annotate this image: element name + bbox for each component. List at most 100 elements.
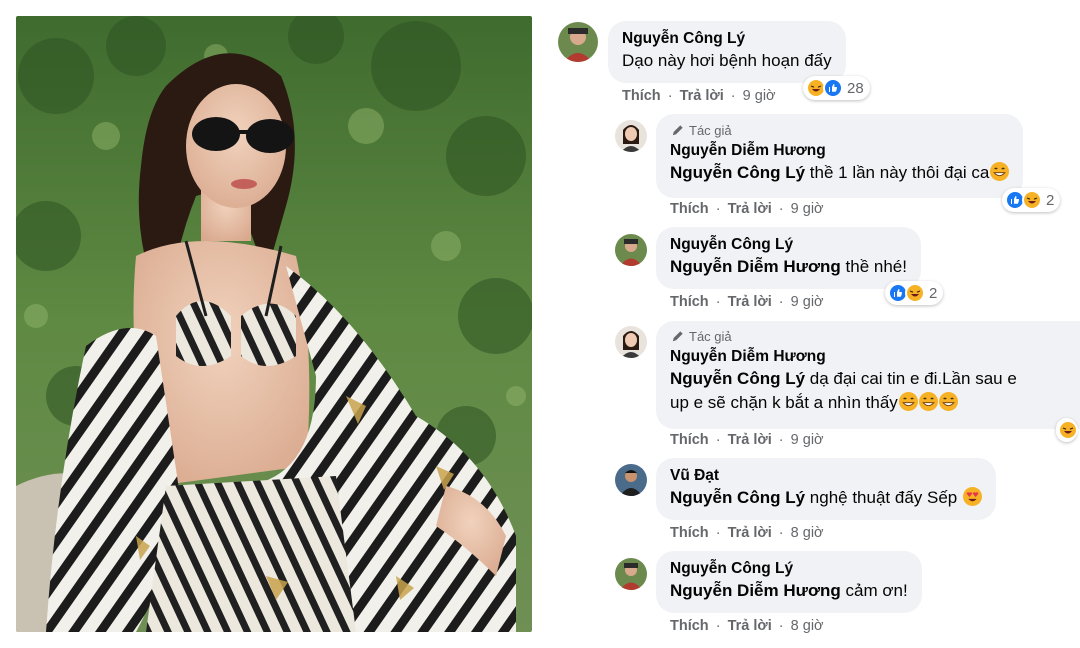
comment-author[interactable]: Nguyễn Diễm Hương <box>670 141 1009 161</box>
separator: · <box>778 201 784 217</box>
reply-comment: Vũ Đạt Nguyễn Công Lý nghệ thuật đấy Sếp… <box>548 452 1080 548</box>
reply-comment: Tác giả Nguyễn Diễm Hương Nguyễn Công Lý… <box>548 318 1080 452</box>
reply-link[interactable]: Trả lời <box>728 618 772 634</box>
pencil-icon <box>672 125 683 136</box>
like-link[interactable]: Thích <box>622 88 661 104</box>
comment: Nguyễn Công Lý Dạo này hơi bệnh hoạn đấy… <box>548 0 1080 110</box>
comment-author[interactable]: Vũ Đạt <box>670 466 982 486</box>
comment-text-line: up e sẽ chặn k bắt a nhìn thấy <box>670 391 1066 415</box>
haha-reaction-icon <box>905 283 925 303</box>
comment-bubble: Tác giả Nguyễn Diễm Hương Nguyễn Công Lý… <box>656 114 1024 198</box>
separator: · <box>778 618 784 634</box>
reply-link[interactable]: Trả lời <box>728 525 772 541</box>
reply-comment: Tác giả Nguyễn Diễm Hương Nguyễn Công Lý… <box>548 110 1080 220</box>
reaction-summary[interactable] <box>1056 418 1078 442</box>
author-badge: Tác giả <box>670 123 1009 138</box>
comment-actions: Thích · Trả lời · 9 giờ <box>670 201 824 217</box>
like-link[interactable]: Thích <box>670 294 709 310</box>
comment-text: Nguyễn Diễm Hương thề nhé! <box>670 255 907 279</box>
separator: · <box>667 88 673 104</box>
comment-text: Nguyễn Diễm Hương cảm ơn! <box>670 579 908 603</box>
mention-link[interactable]: Nguyễn Công Lý <box>670 163 805 182</box>
comment-author[interactable]: Nguyễn Công Lý <box>670 559 908 579</box>
comment-body: dạ đại cai tin e đi.Lần sau e <box>809 369 1017 388</box>
comment-text: Nguyễn Công Lý dạ đại cai tin e đi.Lần s… <box>670 367 1066 391</box>
reply-link[interactable]: Trả lời <box>728 432 772 448</box>
comment-actions: Thích · Trả lời · 8 giờ <box>670 618 824 634</box>
pencil-icon <box>672 331 683 342</box>
like-link[interactable]: Thích <box>670 201 709 217</box>
reply-link[interactable]: Trả lời <box>728 294 772 310</box>
comment-time[interactable]: 8 giờ <box>791 525 824 541</box>
comment-body: nghệ thuật đấy Sếp <box>809 488 958 507</box>
photo-image <box>16 16 532 632</box>
comment-author[interactable]: Nguyễn Công Lý <box>622 29 832 49</box>
separator: · <box>715 432 721 448</box>
grin-emoji-icon <box>898 392 918 411</box>
separator: · <box>715 201 721 217</box>
haha-reaction-icon <box>1058 420 1078 440</box>
comment-bubble: Nguyễn Công Lý Nguyễn Diễm Hương thề nhé… <box>656 227 921 289</box>
like-link[interactable]: Thích <box>670 525 709 541</box>
comment-thread: Nguyễn Công Lý Dạo này hơi bệnh hoạn đấy… <box>548 0 1080 648</box>
grin-emoji-icon <box>918 392 938 411</box>
mention-link[interactable]: Nguyễn Công Lý <box>670 488 805 507</box>
reply-link[interactable]: Trả lời <box>680 88 724 104</box>
comment-bubble: Vũ Đạt Nguyễn Công Lý nghệ thuật đấy Sếp <box>656 458 996 520</box>
avatar[interactable] <box>615 464 647 496</box>
comment-body: up e sẽ chặn k bắt a nhìn thấy <box>670 393 898 412</box>
comment-body: cảm ơn! <box>845 581 908 600</box>
author-badge: Tác giả <box>670 329 1066 344</box>
comment-time[interactable]: 8 giờ <box>791 618 824 634</box>
haha-reaction-icon <box>1022 190 1042 210</box>
author-badge-label: Tác giả <box>689 123 732 138</box>
avatar[interactable] <box>615 120 647 152</box>
like-reaction-icon <box>823 78 843 98</box>
comment-time[interactable]: 9 giờ <box>791 294 824 310</box>
heart-eyes-emoji-icon <box>963 487 982 506</box>
separator: · <box>715 618 721 634</box>
reaction-count: 2 <box>1046 191 1055 209</box>
mention-link[interactable]: Nguyễn Công Lý <box>670 369 805 388</box>
comment-text: Nguyễn Công Lý thề 1 lần này thôi đại ca <box>670 161 1010 185</box>
reaction-count: 28 <box>847 79 864 97</box>
reply-comment: Nguyễn Công Lý Nguyễn Diễm Hương cảm ơn!… <box>548 546 1080 648</box>
comment-text: Nguyễn Công Lý nghệ thuật đấy Sếp <box>670 486 982 510</box>
separator: · <box>730 88 736 104</box>
avatar[interactable] <box>615 558 647 590</box>
post-photo[interactable] <box>16 16 532 632</box>
comment-bubble: Nguyễn Công Lý Dạo này hơi bệnh hoạn đấy <box>608 21 846 83</box>
mention-link[interactable]: Nguyễn Diễm Hương <box>670 257 841 276</box>
separator: · <box>715 294 721 310</box>
comment-body: thề nhé! <box>845 257 907 276</box>
like-link[interactable]: Thích <box>670 432 709 448</box>
reaction-summary[interactable]: 28 <box>803 76 870 100</box>
comment-time[interactable]: 9 giờ <box>791 432 824 448</box>
separator: · <box>778 432 784 448</box>
grin-emoji-icon <box>938 392 958 411</box>
comment-author[interactable]: Nguyễn Diễm Hương <box>670 347 1066 367</box>
mention-link[interactable]: Nguyễn Diễm Hương <box>670 581 841 600</box>
comment-bubble: Tác giả Nguyễn Diễm Hương Nguyễn Công Lý… <box>656 321 1080 429</box>
avatar[interactable] <box>615 234 647 266</box>
reaction-summary[interactable]: 2 <box>885 281 944 305</box>
avatar[interactable] <box>558 22 598 62</box>
reaction-summary[interactable]: 2 <box>1002 188 1061 212</box>
comment-actions: Thích · Trả lời · 8 giờ <box>670 525 824 541</box>
comment-body: Dạo này hơi bệnh hoạn đấy <box>622 51 832 70</box>
reply-comment: Nguyễn Công Lý Nguyễn Diễm Hương thề nhé… <box>548 222 1080 318</box>
comment-time[interactable]: 9 giờ <box>791 201 824 217</box>
comment-bubble: Nguyễn Công Lý Nguyễn Diễm Hương cảm ơn! <box>656 551 922 613</box>
author-badge-label: Tác giả <box>689 329 732 344</box>
comment-body: thề 1 lần này thôi đại ca <box>809 163 990 182</box>
like-link[interactable]: Thích <box>670 618 709 634</box>
comment-actions: Thích · Trả lời · 9 giờ <box>622 88 776 104</box>
reply-link[interactable]: Trả lời <box>728 201 772 217</box>
comment-text: Dạo này hơi bệnh hoạn đấy <box>622 49 832 73</box>
separator: · <box>778 294 784 310</box>
comment-time[interactable]: 9 giờ <box>743 88 776 104</box>
grin-emoji-icon <box>990 162 1010 181</box>
comment-author[interactable]: Nguyễn Công Lý <box>670 235 907 255</box>
comment-actions: Thích · Trả lời · 9 giờ <box>670 294 824 310</box>
avatar[interactable] <box>615 326 647 358</box>
